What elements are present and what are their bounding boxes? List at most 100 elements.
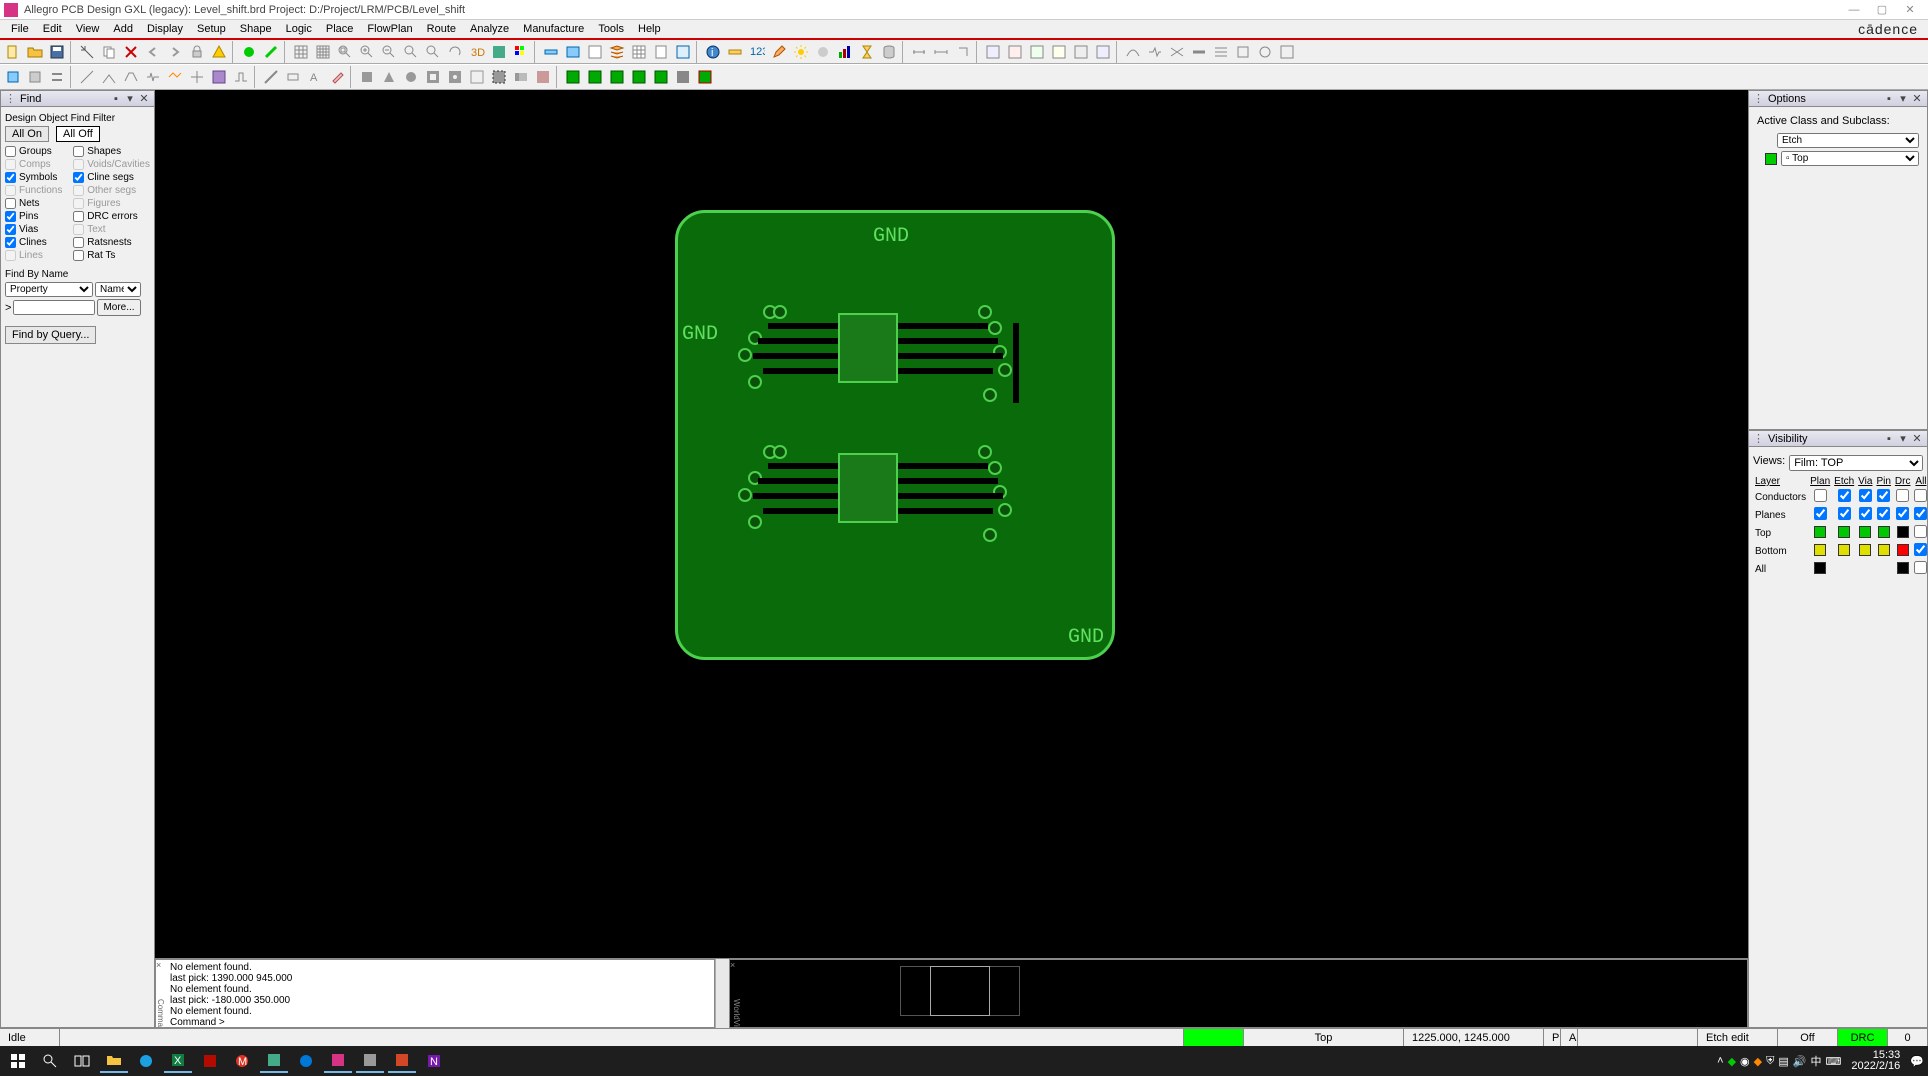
menu-display[interactable]: Display — [140, 23, 190, 35]
dim-icon[interactable] — [908, 41, 930, 63]
vis-check[interactable] — [1877, 489, 1890, 502]
filter-groups[interactable]: Groups — [5, 146, 65, 157]
filter-checkbox[interactable] — [73, 237, 84, 248]
menu-shape[interactable]: Shape — [233, 23, 279, 35]
edge-icon[interactable] — [292, 1049, 320, 1073]
route-icon[interactable] — [230, 66, 252, 88]
menu-logic[interactable]: Logic — [279, 23, 319, 35]
delay-icon[interactable] — [142, 66, 164, 88]
layer-color[interactable] — [1897, 526, 1909, 538]
vis-check[interactable] — [1877, 507, 1890, 520]
dim3-icon[interactable] — [952, 41, 974, 63]
filter-checkbox[interactable] — [73, 172, 84, 183]
zoom-in-icon[interactable] — [356, 41, 378, 63]
spread-icon[interactable] — [208, 66, 230, 88]
tray-chevron-icon[interactable]: ˄ — [1717, 1055, 1723, 1067]
line2-icon[interactable] — [260, 66, 282, 88]
panel-close-icon[interactable]: ✕ — [138, 93, 150, 105]
col-layer[interactable]: Layer — [1753, 475, 1808, 488]
col-plan[interactable]: Plan — [1808, 475, 1832, 488]
filter-drcerrors[interactable]: DRC errors — [73, 211, 150, 222]
filter-checkbox[interactable] — [5, 198, 16, 209]
filter-checkbox[interactable] — [73, 211, 84, 222]
menu-file[interactable]: File — [4, 23, 36, 35]
zoom-prev-icon[interactable] — [400, 41, 422, 63]
excel-icon[interactable]: X — [164, 1049, 192, 1073]
green1-icon[interactable] — [562, 66, 584, 88]
col-etch[interactable]: Etch — [1832, 475, 1856, 488]
123-icon[interactable]: 123 — [746, 41, 768, 63]
menu-manufacture[interactable]: Manufacture — [516, 23, 591, 35]
wv-close-icon[interactable]: × — [730, 960, 742, 970]
vis-check[interactable] — [1859, 507, 1872, 520]
menu-place[interactable]: Place — [319, 23, 361, 35]
tray-shield-icon[interactable]: ⛨ — [1766, 1055, 1774, 1068]
save-icon[interactable] — [46, 41, 68, 63]
color-icon[interactable] — [510, 41, 532, 63]
layer-color[interactable] — [1814, 526, 1826, 538]
green2-icon[interactable] — [584, 66, 606, 88]
layers-icon[interactable] — [540, 41, 562, 63]
taskview-icon[interactable] — [68, 1049, 96, 1073]
layer-color[interactable] — [1814, 544, 1826, 556]
onenote-icon[interactable]: N — [420, 1049, 448, 1073]
status-drc[interactable]: DRC — [1838, 1029, 1888, 1046]
rt6-icon[interactable] — [1232, 41, 1254, 63]
vis-check[interactable] — [1914, 489, 1927, 502]
notifications-icon[interactable]: 💬 — [1910, 1055, 1924, 1068]
start-icon[interactable] — [4, 1049, 32, 1073]
clock[interactable]: 15:33 2022/2/16 — [1845, 1050, 1906, 1072]
box4-icon[interactable] — [1048, 41, 1070, 63]
ppt-icon[interactable] — [388, 1049, 416, 1073]
dehighlight-icon[interactable] — [260, 41, 282, 63]
moon-icon[interactable] — [812, 41, 834, 63]
status-a[interactable]: A — [1561, 1029, 1578, 1046]
col-all[interactable]: All — [1912, 475, 1928, 488]
xsection-icon[interactable] — [562, 41, 584, 63]
undo-icon[interactable] — [142, 41, 164, 63]
slide-icon[interactable] — [120, 66, 142, 88]
green3-icon[interactable] — [606, 66, 628, 88]
hourglass-icon[interactable] — [856, 41, 878, 63]
search-icon[interactable] — [36, 1049, 64, 1073]
filter-checkbox[interactable] — [5, 172, 16, 183]
pin-icon[interactable]: ▪ — [1883, 433, 1895, 445]
green5-icon[interactable] — [650, 66, 672, 88]
menu-tools[interactable]: Tools — [591, 23, 631, 35]
box6-icon[interactable] — [1092, 41, 1114, 63]
col-drc[interactable]: Drc — [1893, 475, 1913, 488]
zoom-fit-icon[interactable] — [334, 41, 356, 63]
status-layer[interactable]: Top — [1244, 1029, 1404, 1046]
name-select[interactable]: Name — [95, 282, 141, 297]
close-button[interactable]: ✕ — [1896, 2, 1924, 18]
zoom-out-icon[interactable] — [378, 41, 400, 63]
rt4-icon[interactable] — [1188, 41, 1210, 63]
tray-app-icon[interactable]: ◉ — [1740, 1055, 1750, 1068]
command-log[interactable]: × No element found. last pick: 1390.000 … — [155, 959, 715, 1028]
status-off[interactable]: Off — [1778, 1029, 1838, 1046]
layer-color[interactable] — [1838, 526, 1850, 538]
shape-hatch-icon[interactable] — [532, 66, 554, 88]
menu-help[interactable]: Help — [631, 23, 668, 35]
info-icon[interactable]: i — [702, 41, 724, 63]
green6-icon[interactable] — [694, 66, 716, 88]
shape-void-icon[interactable] — [422, 66, 444, 88]
cancel-icon[interactable] — [120, 41, 142, 63]
report-icon[interactable] — [650, 41, 672, 63]
class-select[interactable]: Etch — [1777, 133, 1919, 148]
chart-icon[interactable] — [834, 41, 856, 63]
rt8-icon[interactable] — [1276, 41, 1298, 63]
filter-pins[interactable]: Pins — [5, 211, 65, 222]
all-on-button[interactable]: All On — [5, 126, 49, 142]
zoom-sel-icon[interactable] — [422, 41, 444, 63]
shape-rect-icon[interactable] — [356, 66, 378, 88]
move-icon[interactable] — [24, 66, 46, 88]
panel-close-icon[interactable]: ✕ — [1911, 433, 1923, 445]
grid-icon[interactable] — [290, 41, 312, 63]
rt5-icon[interactable] — [1210, 41, 1232, 63]
vis-check[interactable] — [1914, 561, 1927, 574]
vis-check[interactable] — [1896, 489, 1909, 502]
app2-icon[interactable] — [260, 1049, 288, 1073]
filter-clines[interactable]: Clines — [5, 237, 65, 248]
wv-viewport[interactable] — [930, 966, 990, 1016]
